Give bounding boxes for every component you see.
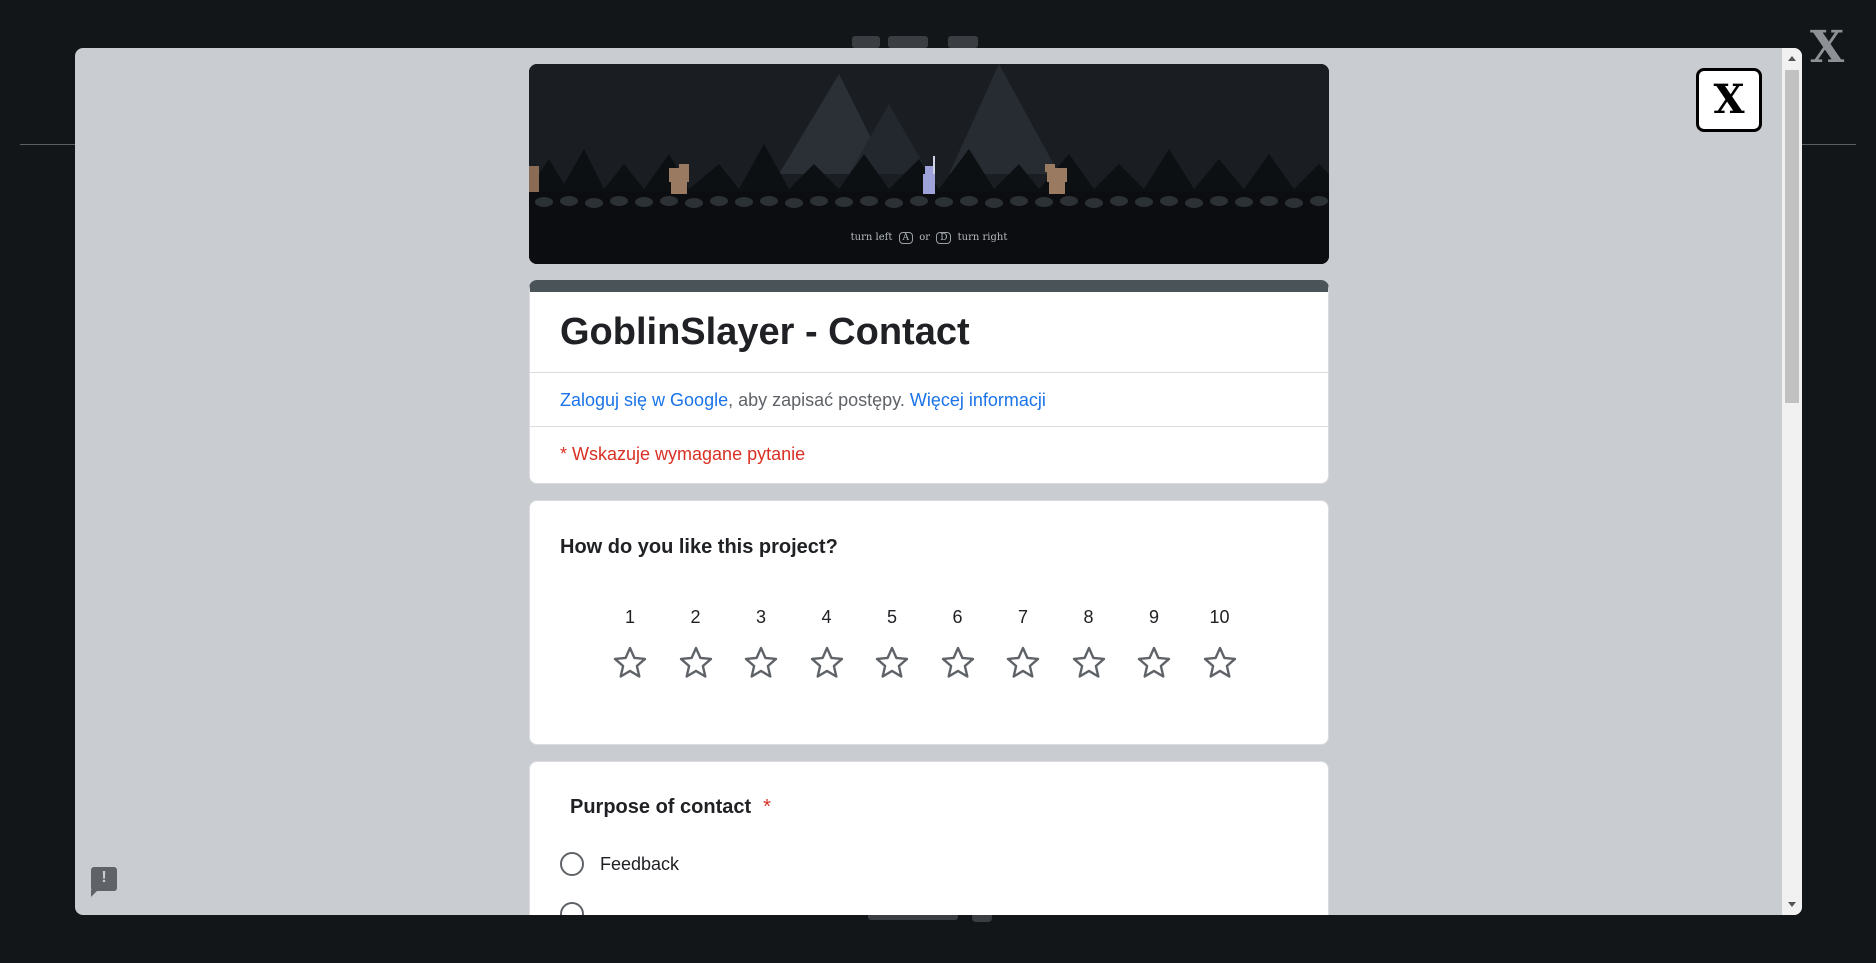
- purpose-question-card: Purpose of contact * Feedback: [529, 761, 1329, 915]
- scroll-up-arrow-icon[interactable]: [1788, 56, 1796, 61]
- key-a-badge: A: [898, 232, 914, 244]
- google-form: turn left A or D turn right GoblinSlayer…: [529, 64, 1329, 915]
- purpose-question-title: Purpose of contact *: [570, 796, 771, 819]
- rating-option-9[interactable]: 9: [1132, 605, 1176, 681]
- rating-number: 4: [821, 607, 832, 627]
- modal-scrollbar[interactable]: [1782, 48, 1802, 915]
- star-icon[interactable]: [678, 645, 714, 681]
- scroll-down-arrow-icon[interactable]: [1788, 902, 1796, 907]
- rating-option-5[interactable]: 5: [870, 605, 914, 681]
- rating-number: 6: [952, 607, 963, 627]
- rating-option-4[interactable]: 4: [805, 605, 849, 681]
- hint-turn-right: turn right: [957, 232, 1008, 243]
- star-icon[interactable]: [1136, 645, 1172, 681]
- modal-close-button[interactable]: X: [1696, 68, 1762, 132]
- rating-option-3[interactable]: 3: [739, 605, 783, 681]
- option-cut-off[interactable]: [560, 902, 584, 915]
- radio-button[interactable]: [560, 902, 584, 915]
- controls-hint: turn left A or D turn right: [529, 232, 1329, 244]
- rating-number: 3: [755, 607, 766, 627]
- background-close-button[interactable]: X: [1810, 26, 1844, 70]
- form-header-banner: turn left A or D turn right: [529, 64, 1329, 264]
- radio-button[interactable]: [560, 852, 584, 876]
- rating-number: 1: [624, 607, 635, 627]
- rating-number: 5: [886, 607, 897, 627]
- rating-number: 9: [1148, 607, 1159, 627]
- signin-text: , aby zapisać postępy.: [728, 390, 910, 410]
- star-icon[interactable]: [809, 645, 845, 681]
- required-asterisk: *: [763, 796, 771, 818]
- background-logo: [852, 36, 1002, 48]
- rating-question-title: How do you like this project?: [560, 536, 838, 558]
- required-note: * Wskazuje wymagane pytanie: [530, 426, 1328, 483]
- rating-option-6[interactable]: 6: [936, 605, 980, 681]
- star-icon[interactable]: [874, 645, 910, 681]
- rating-option-1[interactable]: 1: [608, 605, 652, 681]
- rating-number: 2: [690, 607, 701, 627]
- star-icon[interactable]: [743, 645, 779, 681]
- star-icon[interactable]: [940, 645, 976, 681]
- background-divider-left: [20, 144, 76, 145]
- star-icon[interactable]: [1202, 645, 1238, 681]
- hint-or: or: [919, 232, 931, 243]
- rating-number: 8: [1083, 607, 1094, 627]
- purpose-question-label: Purpose of contact: [570, 796, 752, 818]
- contact-modal: turn left A or D turn right GoblinSlayer…: [75, 48, 1802, 915]
- more-info-link[interactable]: Więcej informacji: [910, 390, 1046, 410]
- key-d-badge: D: [936, 232, 952, 244]
- option-label: Feedback: [600, 853, 680, 874]
- rating-option-7[interactable]: 7: [1001, 605, 1045, 681]
- report-feedback-icon[interactable]: [91, 867, 117, 897]
- signin-notice: Zaloguj się w Google, aby zapisać postęp…: [530, 372, 1328, 426]
- rating-number: 7: [1017, 607, 1028, 627]
- option-feedback[interactable]: Feedback: [560, 852, 679, 876]
- form-title-card: GoblinSlayer - Contact Zaloguj się w Goo…: [529, 280, 1329, 484]
- rating-option-2[interactable]: 2: [674, 605, 718, 681]
- background-divider-right: [1800, 144, 1856, 145]
- rating-scale: 1 2 3 4 5 6 7 8 9 10: [608, 605, 1268, 685]
- rating-question-card: How do you like this project? 1234567891…: [529, 500, 1329, 745]
- rating-option-8[interactable]: 8: [1067, 605, 1111, 681]
- star-icon[interactable]: [1071, 645, 1107, 681]
- star-icon[interactable]: [612, 645, 648, 681]
- scroll-thumb[interactable]: [1785, 70, 1799, 403]
- form-title: GoblinSlayer - Contact: [560, 311, 970, 353]
- star-icon[interactable]: [1005, 645, 1041, 681]
- signin-link[interactable]: Zaloguj się w Google: [560, 390, 728, 410]
- rating-number: 10: [1209, 607, 1230, 627]
- rating-option-10[interactable]: 10: [1198, 605, 1242, 681]
- hint-turn-left: turn left: [850, 232, 893, 243]
